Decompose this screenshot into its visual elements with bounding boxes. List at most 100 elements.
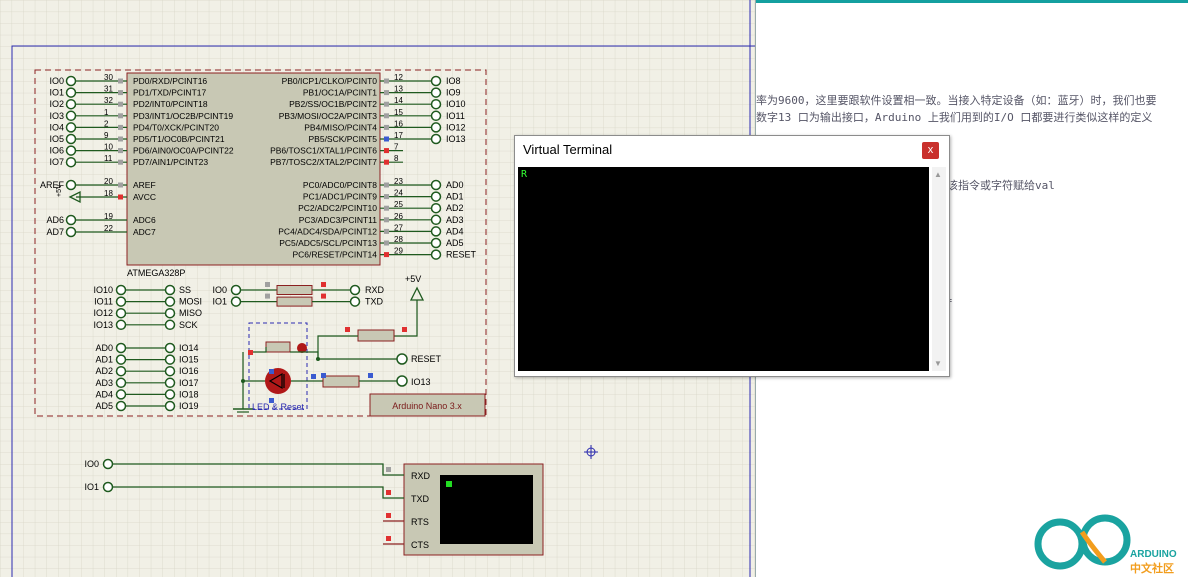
pin-number: 11 <box>104 154 113 163</box>
close-icon[interactable]: x <box>922 142 939 159</box>
net-terminal-io6[interactable] <box>65 145 77 156</box>
net-terminal-ad2[interactable] <box>430 202 442 214</box>
reset-button-switch[interactable] <box>265 341 291 353</box>
net-terminal-ad1[interactable] <box>430 191 442 202</box>
scroll-down-icon[interactable]: ▼ <box>934 359 942 368</box>
spi-right-terminal[interactable] <box>164 296 176 307</box>
net-terminal-io4[interactable] <box>65 122 77 133</box>
terminal-screen[interactable]: R <box>518 167 929 371</box>
net-terminal-ad5[interactable] <box>430 237 442 249</box>
pin-marker <box>118 78 123 84</box>
spi-right-terminal[interactable] <box>164 284 176 296</box>
net-terminal-ad4[interactable] <box>430 226 442 237</box>
pin-number: 27 <box>394 223 403 232</box>
terminal-output: R <box>521 169 528 180</box>
pin-number: 29 <box>394 247 403 256</box>
pin-marker <box>118 159 123 165</box>
net-label: IO5 <box>49 134 64 144</box>
pin-label: AREF <box>133 180 156 190</box>
net-terminal-io2[interactable] <box>65 98 77 110</box>
net-terminal-io9[interactable] <box>430 87 442 98</box>
led-net-label: IO13 <box>411 377 431 387</box>
net-terminal-io8[interactable] <box>430 75 442 87</box>
net-terminal-io7[interactable] <box>65 156 77 168</box>
pin-number: 15 <box>394 108 403 117</box>
spi-left-terminal[interactable] <box>115 307 127 319</box>
logo-brand: ARDUINO <box>1130 549 1177 560</box>
analog-left-terminal[interactable] <box>115 365 127 377</box>
pin-number: 22 <box>104 224 113 233</box>
net-label: IO4 <box>49 122 64 132</box>
aref-terminal[interactable] <box>65 179 77 191</box>
pin-label: PC1/ADC1/PCINT9 <box>303 192 377 202</box>
net-label: MISO <box>179 308 202 318</box>
analog-left-terminal[interactable] <box>115 400 127 412</box>
io13-terminal[interactable] <box>396 375 408 387</box>
pullup-resistor[interactable] <box>357 329 395 342</box>
net-terminal-io13[interactable] <box>430 133 442 145</box>
pin-label: PC4/ADC4/SDA/PCINT12 <box>278 226 377 236</box>
net-label: AD1 <box>446 192 464 202</box>
spi-left-terminal[interactable] <box>115 319 127 331</box>
net-terminal-ad3[interactable] <box>430 214 442 226</box>
pin-label: PB6/TOSC1/XTAL1/PCINT6 <box>270 146 377 156</box>
vertical-scrollbar[interactable]: ▲ ▼ <box>932 167 946 371</box>
spi-left-terminal[interactable] <box>115 296 127 307</box>
uart-resistor[interactable] <box>276 296 313 307</box>
net-label: IO13 <box>446 134 466 144</box>
analog-right-terminal[interactable] <box>164 354 176 365</box>
net-terminal-io11[interactable] <box>430 110 442 122</box>
analog-right-terminal[interactable] <box>164 342 176 354</box>
net-terminal-io3[interactable] <box>65 110 77 122</box>
uart-left-terminal[interactable] <box>230 296 242 307</box>
vt-input-terminal[interactable] <box>102 458 114 470</box>
net-label: IO1 <box>212 297 227 307</box>
reset-terminal[interactable] <box>396 353 408 365</box>
net-terminal-io5[interactable] <box>65 133 77 145</box>
net-terminal-ad0[interactable] <box>430 179 442 191</box>
pin-number: 12 <box>394 73 403 82</box>
analog-right-terminal[interactable] <box>164 365 176 377</box>
analog-left-terminal[interactable] <box>115 354 127 365</box>
scroll-up-icon[interactable]: ▲ <box>934 170 942 179</box>
pin-label: TXD <box>411 494 430 504</box>
uart-right-terminal[interactable] <box>349 284 361 296</box>
uart-left-terminal[interactable] <box>230 284 242 296</box>
net-label: AD5 <box>95 401 113 411</box>
virtual-terminal-window[interactable]: Virtual Terminal x R ▲ ▼ <box>514 135 950 377</box>
net-terminal-ad7[interactable] <box>65 226 77 238</box>
analog-right-terminal[interactable] <box>164 400 176 412</box>
uart-right-terminal[interactable] <box>349 296 361 307</box>
spi-right-terminal[interactable] <box>164 307 176 319</box>
net-terminal-io0[interactable] <box>65 75 77 87</box>
pin-marker <box>386 490 391 495</box>
pin-number: 14 <box>394 96 403 105</box>
power-label: +5V <box>405 274 421 284</box>
net-label: RESET <box>446 250 477 260</box>
net-terminal-io1[interactable] <box>65 87 77 98</box>
net-label: IO8 <box>446 76 461 86</box>
vt-input-terminal[interactable] <box>102 481 114 493</box>
pin-label: RXD <box>411 471 431 481</box>
analog-left-terminal[interactable] <box>115 377 127 389</box>
led-resistor[interactable] <box>322 375 360 388</box>
pin-marker <box>118 90 123 96</box>
pin-marker <box>118 113 123 119</box>
analog-right-terminal[interactable] <box>164 389 176 400</box>
pin-label: PD7/AIN1/PCINT23 <box>133 157 208 167</box>
pin-marker <box>384 159 389 165</box>
analog-left-terminal[interactable] <box>115 389 127 400</box>
net-terminal-reset[interactable] <box>430 249 442 260</box>
pin-marker <box>386 513 391 518</box>
net-terminal-io12[interactable] <box>430 122 442 133</box>
pin-label: RTS <box>411 517 429 527</box>
spi-left-terminal[interactable] <box>115 284 127 296</box>
net-terminal-ad6[interactable] <box>65 214 77 226</box>
analog-right-terminal[interactable] <box>164 377 176 389</box>
analog-left-terminal[interactable] <box>115 342 127 354</box>
spi-right-terminal[interactable] <box>164 319 176 331</box>
minus-icon: − <box>1098 533 1106 549</box>
pin-number: 28 <box>394 235 403 244</box>
uart-resistor[interactable] <box>276 285 313 295</box>
net-terminal-io10[interactable] <box>430 98 442 110</box>
